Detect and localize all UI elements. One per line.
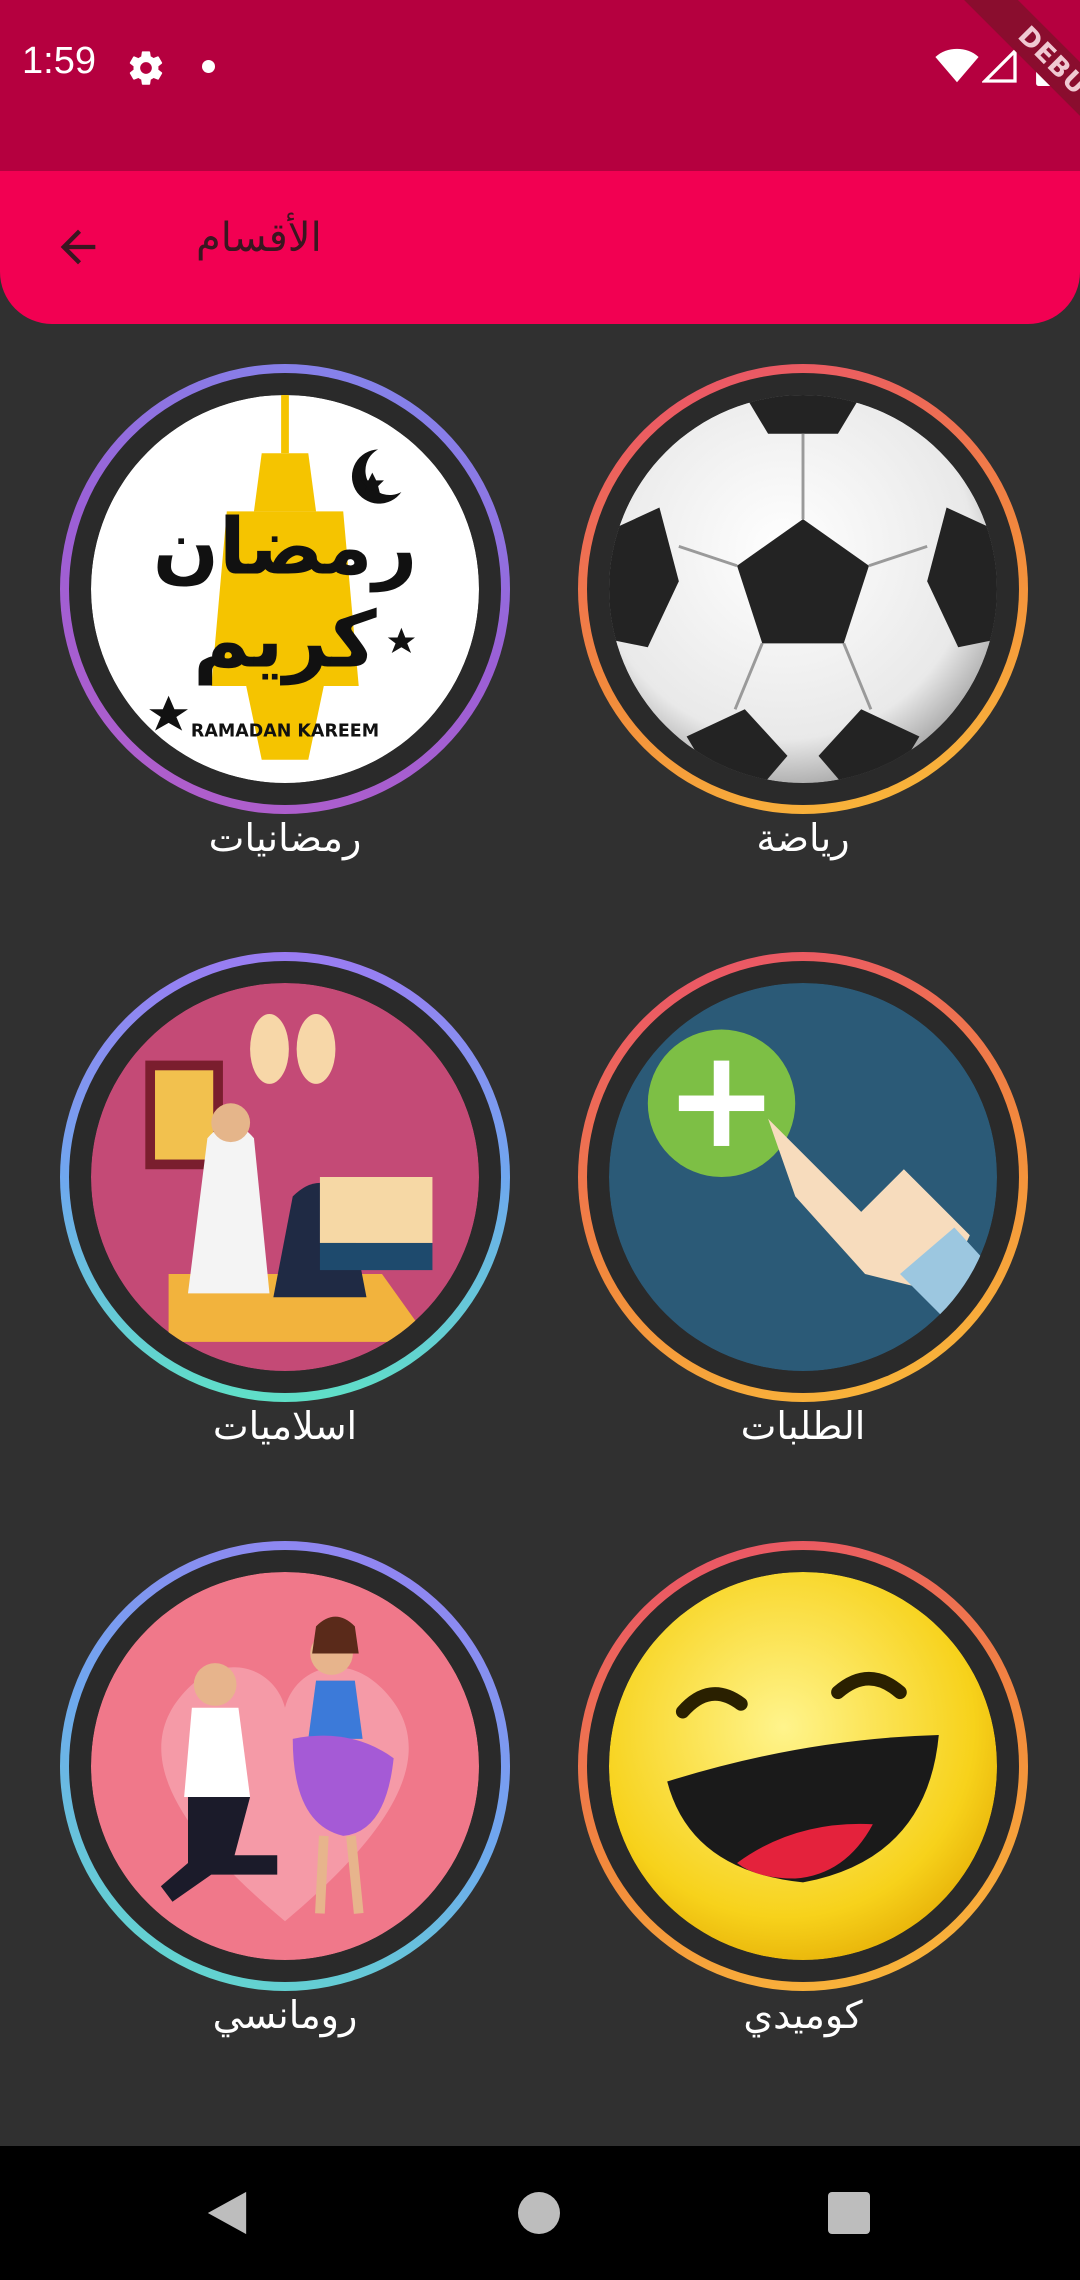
category-romance[interactable]: رومانسي bbox=[55, 1541, 515, 2081]
svg-text:رمضان: رمضان bbox=[153, 502, 418, 592]
category-comedy-ring bbox=[578, 1541, 1028, 1991]
navigation-bar bbox=[0, 2146, 1080, 2280]
app-bar: الأقسام bbox=[0, 171, 1080, 324]
category-islamic-ring bbox=[60, 952, 510, 1402]
category-requests[interactable]: الطلبات bbox=[573, 952, 1033, 1492]
praying-couple-icon bbox=[91, 983, 479, 1371]
laughing-emoji-icon bbox=[609, 1572, 997, 1960]
nav-home-icon[interactable] bbox=[518, 2192, 560, 2234]
page-title: الأقسام bbox=[196, 215, 322, 261]
category-romance-ring bbox=[60, 1541, 510, 1991]
category-label: رومانسي bbox=[212, 1993, 358, 2037]
ramadan-kareem-lantern-icon: رمضان كريم RAMADAN KAREEM bbox=[91, 395, 479, 783]
notification-dot-icon bbox=[202, 60, 215, 73]
category-requests-ring bbox=[578, 952, 1028, 1402]
category-label: رياضة bbox=[756, 816, 850, 860]
category-islamic[interactable]: اسلاميات bbox=[55, 952, 515, 1492]
category-ramadan[interactable]: رمضان كريم RAMADAN KAREEM رمضانيات bbox=[55, 364, 515, 904]
category-label: الطلبات bbox=[740, 1404, 866, 1448]
add-request-hand-icon bbox=[609, 983, 997, 1371]
category-label: رمضانيات bbox=[208, 816, 362, 860]
category-label: اسلاميات bbox=[212, 1404, 358, 1448]
category-ramadan-ring: رمضان كريم RAMADAN KAREEM bbox=[60, 364, 510, 814]
category-sports-ring bbox=[578, 364, 1028, 814]
gear-icon bbox=[129, 51, 163, 85]
nav-back-icon[interactable] bbox=[204, 2188, 250, 2238]
category-label: كوميدي bbox=[743, 1993, 863, 2037]
debug-label: DEBUG bbox=[961, 0, 1080, 168]
romantic-proposal-icon bbox=[91, 1572, 479, 1960]
debug-banner: DEBUG bbox=[900, 0, 1080, 180]
soccer-ball-icon bbox=[609, 395, 997, 783]
ramadan-image-caption: RAMADAN KAREEM bbox=[191, 721, 379, 741]
category-comedy[interactable]: كوميدي bbox=[573, 1541, 1033, 2081]
svg-text:كريم: كريم bbox=[193, 596, 377, 686]
back-arrow-icon[interactable] bbox=[52, 221, 104, 273]
nav-recents-icon[interactable] bbox=[828, 2192, 870, 2234]
status-time: 1:59 bbox=[22, 40, 96, 82]
category-sports[interactable]: رياضة bbox=[573, 364, 1033, 904]
